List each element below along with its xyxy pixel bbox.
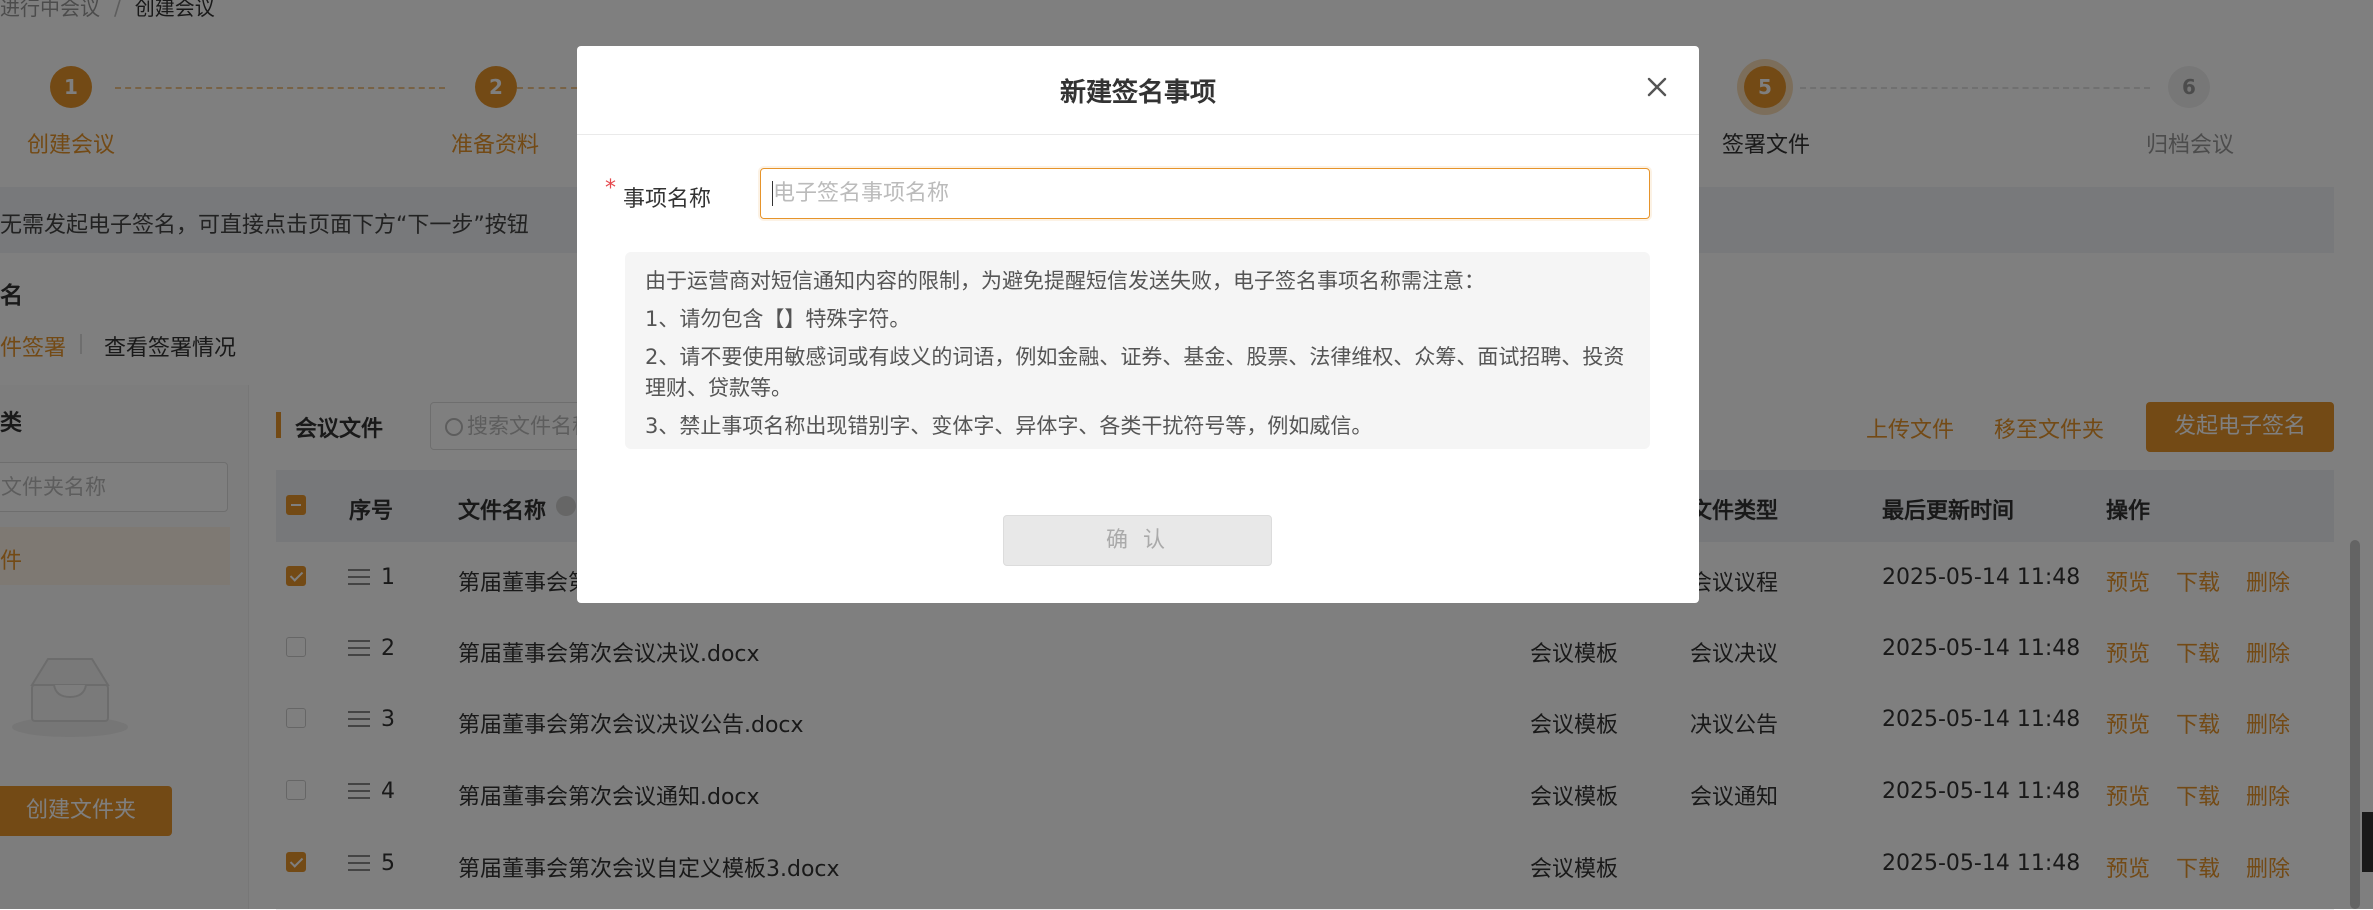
tip-item: 3、禁止事项名称出现错别字、变体字、异体字、各类干扰符号等，例如威信。 [645,414,1373,438]
close-icon[interactable] [1643,73,1671,101]
item-name-label: 事项名称 [623,187,712,212]
tip-item: 1、请勿包含【】特殊字符。 [645,307,911,331]
item-name-placeholder: 电子签名事项名称 [773,181,950,206]
tip-intro: 由于运营商对短信通知内容的限制，为避免提醒短信发送失败，电子签名事项名称需注意： [645,269,1485,293]
meeting-create-page: 进行中会议/创建会议 1 创建会议 2 准备资料 5 签署文件 6 归档会议 如… [0,0,2373,910]
required-mark: * [605,176,616,201]
confirm-button[interactable]: 确 认 [1003,515,1272,566]
dialog-divider [577,134,1699,135]
naming-tips-box: 由于运营商对短信通知内容的限制，为避免提醒短信发送失败，电子签名事项名称需注意：… [625,252,1650,449]
item-name-input[interactable]: 电子签名事项名称 [760,168,1650,219]
tip-item: 2、请不要使用敏感词或有歧义的词语，例如金融、证券、基金、股票、法律维权、众筹、… [645,345,1625,400]
new-sign-item-dialog: 新建签名事项 * 事项名称 电子签名事项名称 由于运营商对短信通知内容的限制，为… [577,46,1699,603]
text-caret [772,181,773,206]
dialog-title: 新建签名事项 [1059,78,1216,108]
